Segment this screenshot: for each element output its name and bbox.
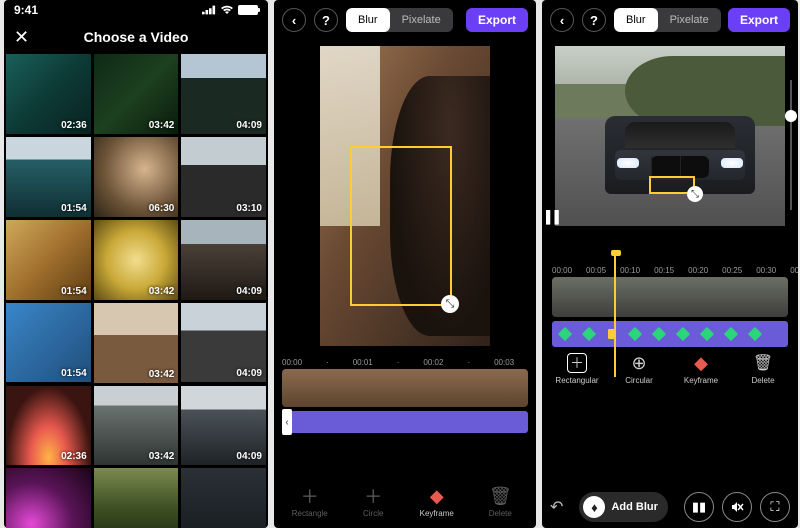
video-thumb[interactable]: 03:42: [94, 54, 179, 134]
bottom-bar: ↶ ♦ Add Blur ▮▮ ⛶: [542, 492, 798, 522]
timeline[interactable]: 00:00· 00:01· 00:02· 00:03 ‹: [274, 354, 536, 433]
status-bar: 9:41: [4, 0, 268, 20]
tool-bar: ＋ Rectangular ⊕ Circular ◆ Keyframe 🗑 De…: [542, 347, 798, 387]
phone-editor-portrait: ‹ ? Blur Pixelate Export ⤡ 00:00· 00:01·…: [274, 0, 536, 528]
picker-header: ✕ Choose a Video: [4, 20, 268, 54]
video-thumb[interactable]: 06:30: [94, 137, 179, 217]
video-thumb[interactable]: 03:42: [94, 303, 179, 383]
wifi-icon: [220, 5, 234, 15]
resize-handle-icon[interactable]: ⤡: [687, 186, 703, 202]
battery-icon: [238, 5, 258, 15]
plus-icon: ＋: [300, 486, 320, 506]
plus-icon: ＋: [363, 486, 383, 506]
tool-delete[interactable]: 🗑 Delete: [737, 353, 789, 385]
blur-selection[interactable]: ⤡: [649, 176, 695, 194]
help-icon[interactable]: ?: [314, 8, 338, 32]
video-thumb[interactable]: 02:36: [6, 54, 91, 134]
resize-handle-icon[interactable]: ⤡: [441, 295, 459, 313]
plus-square-icon: ＋: [567, 353, 587, 373]
help-icon[interactable]: ?: [582, 8, 606, 32]
keyframe-marker[interactable]: [676, 327, 690, 341]
blur-track[interactable]: ‹: [282, 411, 528, 433]
video-thumb[interactable]: 04:09: [181, 54, 266, 134]
video-preview[interactable]: ⤡: [320, 46, 490, 346]
video-preview[interactable]: ⤡: [555, 46, 785, 226]
keyframe-marker[interactable]: [558, 327, 572, 341]
back-icon[interactable]: ‹: [282, 8, 306, 32]
trash-icon: 🗑: [753, 353, 773, 373]
undo-icon[interactable]: ↶: [550, 497, 563, 517]
keyframe-track[interactable]: [552, 321, 788, 347]
tool-bar: ＋ Rectangle ＋ Circle ◆ Keyframe 🗑 Delete: [274, 480, 536, 524]
status-time: 9:41: [14, 3, 38, 17]
keyframe-marker[interactable]: [748, 327, 762, 341]
keyframe-icon: ◆: [691, 353, 711, 373]
phone-editor-car: ‹ ? Blur Pixelate Export ⤡ ▌▌ 00:0000:05…: [542, 0, 798, 528]
video-thumb[interactable]: 02:36: [6, 386, 91, 466]
timeline-ruler: 00:0000:0500:10 00:1500:2000:25 00:3000:…: [542, 260, 798, 277]
mute-button[interactable]: [722, 492, 752, 522]
back-icon[interactable]: ‹: [550, 8, 574, 32]
video-thumb[interactable]: [94, 468, 179, 528]
media-controls: ▮▮ ⛶: [684, 492, 790, 522]
phone-gallery: 9:41 ✕ Choose a Video 02:36 03:42 04:09 …: [4, 0, 268, 528]
segment-pixelate[interactable]: Pixelate: [658, 8, 721, 32]
timeline[interactable]: 00:0000:0500:10 00:1500:2000:25 00:3000:…: [542, 260, 798, 347]
video-thumb[interactable]: 04:09: [181, 303, 266, 383]
keyframe-marker[interactable]: [724, 327, 738, 341]
video-thumb[interactable]: 01:54: [6, 303, 91, 383]
video-thumb[interactable]: 04:09: [181, 386, 266, 466]
plus-circle-icon: ⊕: [629, 353, 649, 373]
video-track[interactable]: [552, 277, 788, 317]
pause-icon[interactable]: ▌▌: [546, 210, 563, 224]
tool-keyframe[interactable]: ◆ Keyframe: [675, 353, 727, 385]
video-thumb[interactable]: 03:42: [94, 220, 179, 300]
keyframe-marker[interactable]: [582, 327, 596, 341]
tool-rectangular[interactable]: ＋ Rectangular: [551, 353, 603, 385]
pause-button[interactable]: ▮▮: [684, 492, 714, 522]
add-blur-button[interactable]: ♦ Add Blur: [579, 492, 667, 522]
tool-keyframe[interactable]: ◆ Keyframe: [408, 486, 466, 518]
video-thumb[interactable]: [6, 468, 91, 528]
signal-icon: [202, 5, 216, 15]
export-button[interactable]: Export: [728, 8, 790, 32]
video-track[interactable]: [282, 369, 528, 407]
slider-knob[interactable]: [785, 110, 797, 122]
keyframe-marker[interactable]: [652, 327, 666, 341]
intensity-slider[interactable]: [790, 80, 792, 210]
timeline-ruler: 00:00· 00:01· 00:02· 00:03: [274, 354, 536, 369]
page-title: Choose a Video: [84, 29, 189, 45]
segment-blur[interactable]: Blur: [614, 8, 658, 32]
tool-rectangle[interactable]: ＋ Rectangle: [281, 486, 339, 518]
editor-topbar: ‹ ? Blur Pixelate Export: [274, 0, 536, 40]
keyframe-marker[interactable]: [628, 327, 642, 341]
segment-pixelate[interactable]: Pixelate: [390, 8, 453, 32]
status-icons: [202, 5, 258, 15]
tool-circular[interactable]: ⊕ Circular: [613, 353, 665, 385]
export-button[interactable]: Export: [466, 8, 528, 32]
tool-circle[interactable]: ＋ Circle: [344, 486, 402, 518]
editor-topbar: ‹ ? Blur Pixelate Export: [542, 0, 798, 40]
close-icon[interactable]: ✕: [14, 28, 29, 46]
fullscreen-button[interactable]: ⛶: [760, 492, 790, 522]
clip-trim-handle[interactable]: ‹: [282, 409, 292, 435]
tool-delete[interactable]: 🗑 Delete: [471, 486, 529, 518]
keyframe-marker[interactable]: [700, 327, 714, 341]
video-gallery[interactable]: 02:36 03:42 04:09 01:54 06:30 03:10 01:5…: [4, 54, 268, 528]
effect-segment[interactable]: Blur Pixelate: [346, 8, 453, 32]
droplet-icon: ♦: [583, 496, 605, 518]
speaker-off-icon: [730, 500, 744, 514]
video-thumb[interactable]: [181, 468, 266, 528]
video-thumb[interactable]: 03:42: [94, 386, 179, 466]
blur-selection[interactable]: ⤡: [350, 146, 452, 306]
segment-blur[interactable]: Blur: [346, 8, 390, 32]
effect-segment[interactable]: Blur Pixelate: [614, 8, 721, 32]
video-thumb[interactable]: 04:09: [181, 220, 266, 300]
playhead[interactable]: [614, 256, 616, 377]
video-thumb[interactable]: 01:54: [6, 137, 91, 217]
keyframe-icon: ◆: [427, 486, 447, 506]
trash-icon: 🗑: [490, 486, 510, 506]
video-thumb[interactable]: 01:54: [6, 220, 91, 300]
video-thumb[interactable]: 03:10: [181, 137, 266, 217]
